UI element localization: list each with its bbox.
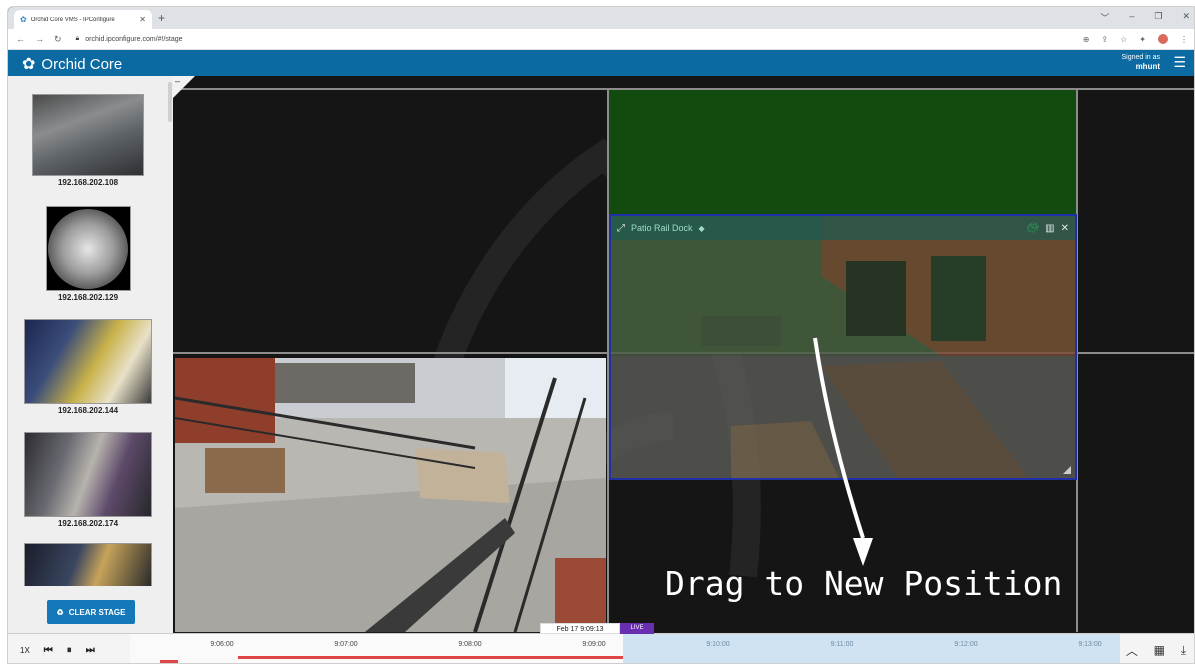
reload-icon[interactable]: ↻ [54,34,62,45]
camera-item[interactable]: 192.168.202.144 [8,319,168,415]
download-icon[interactable]: ⤓ [1181,643,1186,658]
timeline-tick: 9:09:00 [582,641,606,648]
sidebar-scrollbar[interactable] [168,82,172,122]
profile-avatar[interactable] [1158,34,1168,44]
chevron-up-icon[interactable]: ︿ [1126,642,1138,659]
camera-item[interactable]: 192.168.202.108 [8,94,168,187]
window-controls: ﹀ – ❐ ✕ [1100,11,1190,24]
hamburger-menu-icon[interactable]: ☰ [1173,55,1186,69]
timeline-tick: 9:08:00 [458,641,482,648]
timeline-tick: 9:07:00 [334,641,358,648]
timeline-tick: 9:12:00 [954,641,978,648]
brand[interactable]: ✿ Orchid Core [22,54,122,74]
recording-segment [238,656,623,659]
pause-icon[interactable]: ⏸ [67,645,72,656]
more-icon[interactable]: ⋮ [1180,35,1188,44]
back-icon[interactable]: ← [16,34,25,45]
camera-item[interactable] [8,543,168,586]
timeline-right-controls: ︿ ▦ ⤓ [1118,634,1194,663]
camera-item[interactable]: 192.168.202.129 [8,206,168,302]
new-tab-icon[interactable]: + [158,11,165,25]
camera-label: 192.168.202.129 [57,293,119,302]
browser-tab-title: Orchid Core VMS - IPConfigure [30,16,115,23]
timeline-track[interactable]: 9:06:00 9:07:00 9:08:00 9:09:00 9:10:00 … [130,634,1120,663]
clear-stage-label: CLEAR STAGE [68,607,126,617]
camera-thumbnail [24,543,152,586]
speed-selector[interactable]: 1X [20,646,30,655]
close-tab-icon[interactable]: ✕ [139,15,146,24]
camera-thumbnail [24,432,152,517]
signed-in-label: Signed in as [1121,54,1160,61]
timeline-tick: 9:10:00 [706,641,730,648]
camera-thumbnail [32,94,144,176]
extensions-icon[interactable]: ✦ [1139,35,1146,44]
chevron-down-icon[interactable]: ﹀ [1100,11,1109,24]
lock-icon: 🔒︎ [75,35,80,42]
timeline-tick: 9:11:00 [830,641,854,648]
share-icon[interactable]: ⇪ [1101,35,1108,44]
drag-instruction: Drag to New Position [665,564,1063,603]
camera-list: 192.168.202.108 192.168.202.129 192.168.… [8,76,168,586]
zoom-icon[interactable]: ⊕ [1083,35,1090,44]
camera-label: 192.168.202.144 [57,406,119,415]
camera-label: 192.168.202.108 [57,178,119,187]
recycle-icon: ♻ [56,607,64,617]
current-time-flag: Feb 17 9:09:13 [540,623,620,634]
url-field[interactable]: orchid.ipconfigure.com/#!/stage [85,36,182,43]
camera-item[interactable]: 192.168.202.174 [8,432,168,528]
brand-name: Orchid Core [41,55,123,73]
close-window-icon[interactable]: ✕ [1182,11,1190,24]
app-header: ✿ Orchid Core Signed in as mhunt ☰ [8,50,1194,76]
orchid-logo-icon: ✿ [22,56,36,73]
orchid-favicon-icon: ✿ [20,15,27,24]
timeline-tick: 9:13:00 [1078,641,1102,648]
minimize-icon[interactable]: – [1129,11,1134,24]
drag-arrow-icon [813,337,873,566]
timeline-tick: 9:06:00 [210,641,234,648]
restore-icon[interactable]: ❐ [1154,11,1162,24]
skip-back-icon[interactable]: ⏮ [44,645,53,656]
camera-thumbnail [24,319,152,404]
playback-controls: 1X ⏮ ⏸ ⏭ [8,634,130,663]
calendar-icon[interactable]: ▦ [1154,643,1165,657]
forward-icon[interactable]: → [35,34,44,45]
star-icon[interactable]: ☆ [1120,35,1127,44]
browser-window: ✿ Orchid Core VMS - IPConfigure ✕ + ﹀ – … [7,6,1195,664]
username: mhunt [1135,62,1160,71]
live-badge[interactable]: LIVE [620,623,654,634]
video-stage[interactable]: – ⤢ Patio Rail Dock ◆ 🐢︎ ▥ ✕ Drag to New… [173,76,1194,632]
clear-stage-button[interactable]: ♻ CLEAR STAGE [47,600,135,624]
address-bar: ← → ↻ 🔒︎ orchid.ipconfigure.com/#!/stage… [8,29,1194,50]
camera-sidebar: 192.168.202.108 192.168.202.129 192.168.… [8,76,173,633]
timeline-future-region [623,634,1120,663]
camera-thumbnail [45,206,131,291]
camera-label: 192.168.202.174 [57,519,119,528]
browser-tabbar: ✿ Orchid Core VMS - IPConfigure ✕ + ﹀ – … [8,7,1194,29]
timeline-bar: 1X ⏮ ⏸ ⏭ 9:06:00 9:07:00 9:08:00 9:09:00… [8,623,1194,663]
skip-forward-icon[interactable]: ⏭ [86,645,95,656]
recording-segment [160,660,178,663]
browser-tab[interactable]: ✿ Orchid Core VMS - IPConfigure ✕ [14,10,152,29]
signed-in-info: Signed in as mhunt [1121,53,1160,72]
